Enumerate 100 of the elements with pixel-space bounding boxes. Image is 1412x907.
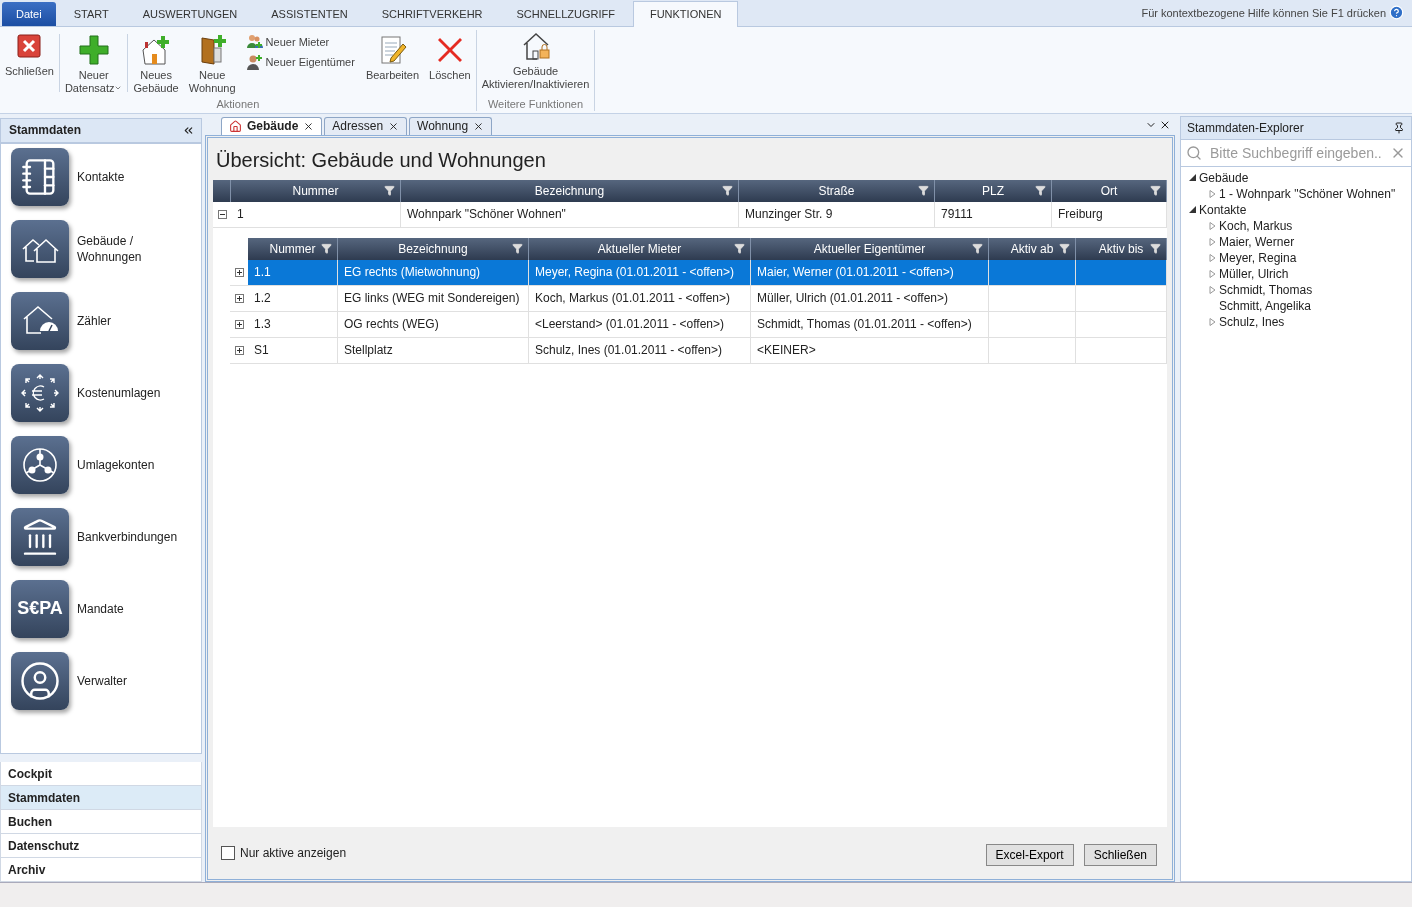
tree-item[interactable]: Müller, Ulrich — [1219, 266, 1289, 281]
document-tab[interactable]: Gebäude — [221, 116, 323, 135]
nav-item[interactable]: Datenschutz — [0, 834, 202, 859]
pin-icon[interactable] — [1393, 121, 1405, 134]
ribbon-tab[interactable]: ASSISTENTEN — [255, 1, 364, 26]
ribbon-button[interactable]: Neues Gebäude — [128, 33, 184, 95]
filter-icon[interactable] — [734, 242, 745, 254]
checkbox[interactable] — [221, 846, 235, 861]
column-header[interactable]: Aktiv bis — [1076, 237, 1167, 260]
filter-icon[interactable] — [1150, 184, 1161, 196]
file-menu[interactable]: Datei — [2, 1, 56, 26]
tile-label[interactable]: Verwalter — [77, 672, 128, 689]
column-header[interactable]: Ort — [1052, 179, 1167, 202]
nav-item[interactable]: Buchen — [0, 810, 202, 835]
column-header[interactable]: Aktueller Mieter — [529, 237, 751, 260]
column-header[interactable]: Nummer — [231, 179, 401, 202]
column-header[interactable]: Nummer — [248, 237, 338, 260]
tile-button[interactable] — [11, 435, 69, 494]
ribbon-button[interactable]: Neuer Datensatz — [59, 33, 128, 95]
tile-button[interactable] — [11, 651, 69, 710]
tree-item[interactable]: Schmidt, Thomas — [1219, 282, 1313, 297]
expand-toggle[interactable] — [234, 293, 244, 303]
filter-icon[interactable] — [722, 184, 733, 196]
filter-icon[interactable] — [1035, 184, 1046, 196]
tile-label[interactable]: Umlagekonten — [77, 456, 155, 473]
ribbon-tab[interactable]: SCHRIFTVERKEHR — [365, 1, 499, 26]
tree-item[interactable]: Koch, Markus — [1219, 218, 1293, 233]
close-icon[interactable] — [473, 120, 485, 132]
table-row[interactable]: 1.2 EG links (WEG mit Sondereigen) Koch, Markus (01.01.2011 - <offen>) Müller, Ulrich (01.01.2011 - <offen>) — [230, 285, 1167, 312]
tile-label[interactable]: Kostenumlagen — [77, 384, 161, 401]
nav-item[interactable]: Stammdaten — [0, 786, 202, 811]
tree-item[interactable]: 1 - Wohnpark "Schöner Wohnen" — [1219, 186, 1396, 201]
document-tab[interactable]: Wohnung — [409, 116, 493, 135]
search-field[interactable]: Bitte Suchbegriff eingeben.. — [1180, 139, 1412, 167]
tree-item[interactable]: Maier, Werner — [1219, 234, 1295, 249]
ribbon-tab[interactable]: FUNKTIONEN — [632, 0, 739, 27]
tree-item[interactable]: Meyer, Regina — [1219, 250, 1297, 265]
filter-icon[interactable] — [384, 184, 395, 196]
tree-item[interactable]: Schmitt, Angelika — [1219, 298, 1312, 313]
table-row[interactable]: 1.3 OG rechts (WEG) <Leerstand> (01.01.2011 - <offen>) Schmidt, Thomas (01.01.2011 - <offen>) — [230, 311, 1167, 338]
ribbon-small-button[interactable]: Neuer Mieter — [246, 33, 355, 50]
tile-label[interactable]: Kontakte — [77, 168, 125, 185]
tree-item[interactable]: Gebäude — [1199, 170, 1249, 185]
tile-button[interactable]: S€PA — [11, 579, 69, 638]
ribbon-small-button[interactable]: Neuer Eigentümer — [246, 53, 355, 70]
column-header[interactable]: Bezeichnung — [401, 179, 739, 202]
tile-button[interactable] — [11, 507, 69, 566]
tree-item[interactable]: Schulz, Ines — [1219, 314, 1285, 329]
checkbox-label: Nur aktive anzeigen — [240, 846, 347, 861]
ribbon-tab[interactable]: START — [57, 1, 125, 26]
ribbon-tab[interactable]: SCHNELLZUGRIFF — [500, 1, 631, 26]
close-icon[interactable] — [388, 120, 400, 132]
expand-arrow-icon[interactable] — [1187, 174, 1197, 182]
header-cell — [213, 179, 231, 202]
document-tab[interactable]: Adressen — [324, 116, 408, 135]
footer-button[interactable]: Excel-Export — [985, 844, 1074, 867]
column-header[interactable]: Aktiv ab — [989, 237, 1076, 260]
table-row[interactable]: 1.1 EG rechts (Mietwohnung) Meyer, Regina (01.01.2011 - <offen>) Maier, Werner (01.01.2011 - <offen>) — [230, 259, 1167, 286]
tile-button[interactable] — [11, 291, 69, 350]
nav-item[interactable]: Cockpit — [0, 762, 202, 787]
ribbon-button[interactable]: Schließen — [0, 29, 59, 78]
table-cell: 1 — [231, 201, 401, 227]
close-icon[interactable] — [303, 120, 315, 132]
tile-button[interactable] — [11, 219, 69, 278]
filter-icon[interactable] — [918, 184, 929, 196]
tile-label[interactable]: Bankverbindungen — [77, 528, 178, 545]
person-plus-icon — [246, 53, 263, 70]
tile-label[interactable]: Gebäude / Wohnungen — [77, 232, 182, 265]
table-cell: Schmidt, Thomas (01.01.2011 - <offen>) — [751, 311, 989, 337]
ribbon-button[interactable]: Gebäude Aktivieren/Inaktivieren — [476, 29, 595, 91]
footer-button[interactable]: Schließen — [1083, 844, 1157, 867]
column-header[interactable]: Aktueller Eigentümer — [751, 237, 989, 260]
expand-toggle[interactable] — [234, 319, 244, 329]
ribbon-button[interactable]: Bearbeiten — [360, 33, 425, 82]
help-icon[interactable] — [1389, 5, 1404, 21]
only-active-checkbox[interactable]: Nur aktive anzeigen — [221, 846, 347, 861]
tile-label[interactable]: Mandate — [77, 600, 124, 617]
tile-button[interactable] — [11, 363, 69, 422]
tree-item[interactable]: Kontakte — [1199, 202, 1247, 217]
expand-toggle[interactable] — [217, 209, 227, 219]
expand-toggle[interactable] — [234, 345, 244, 355]
column-header[interactable]: Bezeichnung — [338, 237, 529, 260]
nav-item[interactable]: Archiv — [0, 858, 202, 883]
filter-icon[interactable] — [512, 242, 523, 254]
column-header[interactable]: PLZ — [935, 179, 1052, 202]
filter-icon[interactable] — [321, 242, 332, 254]
filter-icon[interactable] — [1059, 242, 1070, 254]
table-cell: Stellplatz — [338, 337, 529, 363]
expand-toggle[interactable] — [234, 267, 244, 277]
ribbon-button[interactable]: Neue Wohnung — [183, 33, 241, 95]
tile-label[interactable]: Zähler — [77, 312, 111, 329]
table-row[interactable]: S1 Stellplatz Schulz, Ines (01.01.2011 - <offen>) <KEINER> — [230, 337, 1167, 364]
ribbon-button[interactable]: Löschen — [424, 33, 476, 82]
column-header[interactable]: Straße — [739, 179, 935, 202]
expand-arrow-icon[interactable] — [1187, 206, 1197, 214]
filter-icon[interactable] — [972, 242, 983, 254]
help-text: Für kontextbezogene Hilfe können Sie F1 drücken — [1141, 6, 1386, 19]
ribbon-tab[interactable]: AUSWERTUNGEN — [126, 1, 254, 26]
filter-icon[interactable] — [1150, 242, 1161, 254]
tile-button[interactable] — [11, 147, 69, 206]
